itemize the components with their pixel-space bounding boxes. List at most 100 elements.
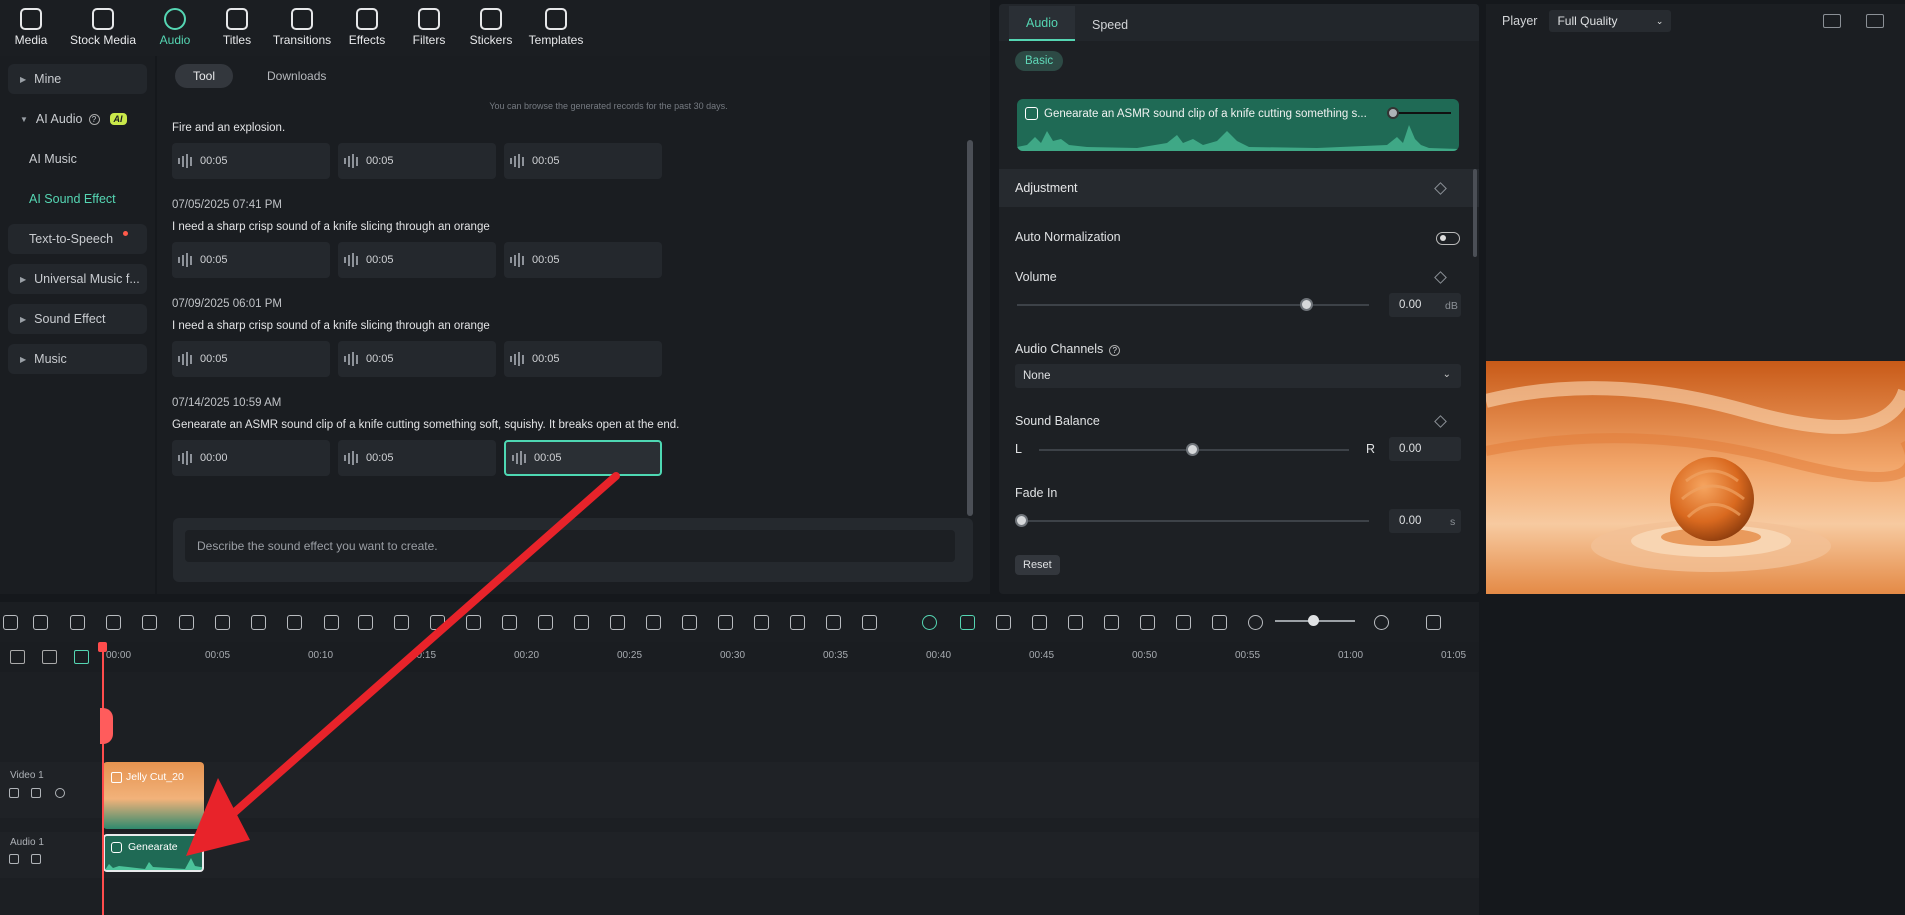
tab-basic[interactable]: Basic (1015, 51, 1064, 71)
audio-clip[interactable]: Genearate (103, 834, 204, 872)
sidebar-item-ai-music[interactable]: AI Music (8, 144, 147, 174)
color-icon[interactable] (538, 615, 553, 630)
cut-icon[interactable] (251, 615, 266, 630)
sound-effect-prompt-input[interactable] (185, 530, 955, 562)
frame-icon[interactable] (466, 615, 481, 630)
tab-downloads[interactable]: Downloads (249, 64, 344, 88)
generated-clip[interactable]: 00:05 (172, 143, 330, 179)
speaker-icon[interactable] (31, 788, 41, 798)
playhead-marker[interactable] (100, 708, 113, 744)
toolbar-titles[interactable]: Titles (206, 0, 268, 56)
timeline-ruler[interactable]: 00:00 00:05 00:10 00:15 00:20 00:25 00:3… (0, 642, 1479, 672)
eye-icon[interactable] (55, 788, 65, 798)
audio-channels-select[interactable]: None ⌄ (1015, 364, 1461, 388)
timer-icon[interactable] (610, 615, 625, 630)
playhead-handle[interactable] (98, 642, 107, 652)
sidebar-item-text-to-speech[interactable]: Text-to-Speech (8, 224, 147, 254)
fit-icon[interactable] (1212, 615, 1227, 630)
clip-volume-knob[interactable] (1387, 107, 1399, 119)
tab-tool[interactable]: Tool (175, 64, 234, 88)
redo-icon[interactable] (106, 615, 121, 630)
quality-select[interactable]: Full Quality ⌄ (1549, 10, 1672, 32)
sidebar-item-ai-audio[interactable]: ▼ AI Audio? AI (8, 104, 147, 134)
tab-speed[interactable]: Speed (1075, 18, 1145, 41)
lock-icon[interactable] (9, 854, 19, 864)
help-icon[interactable]: ? (88, 113, 100, 125)
toolbar-templates[interactable]: Templates (522, 0, 590, 56)
zoom-out-icon[interactable] (1248, 615, 1263, 630)
sidebar-item-music[interactable]: ▶ Music (8, 344, 147, 374)
toolbar-effects[interactable]: Effects (336, 0, 398, 56)
keyframe-diamond-icon[interactable] (1434, 271, 1447, 284)
toolbar-stickers[interactable]: Stickers (460, 0, 522, 56)
split-icon[interactable] (215, 615, 230, 630)
ai-edit-icon[interactable] (142, 615, 157, 630)
generated-clip[interactable]: 00:05 (338, 143, 496, 179)
zoom-slider-knob[interactable] (1308, 615, 1319, 626)
delete-icon[interactable] (179, 615, 194, 630)
adjustment-section-header[interactable]: Adjustment (999, 169, 1479, 207)
auto-normalization-toggle[interactable] (1436, 232, 1460, 245)
fade-in-slider-track[interactable] (1017, 520, 1369, 522)
adjust-icon[interactable] (682, 615, 697, 630)
magnet-icon[interactable] (960, 615, 975, 630)
grid-view-icon[interactable] (1823, 14, 1841, 28)
speaker-icon[interactable] (31, 854, 41, 864)
select-tool-icon[interactable] (33, 615, 48, 630)
sidebar-item-universal-music[interactable]: ▶ Universal Music f... (8, 264, 147, 294)
volume-slider-knob[interactable] (1300, 298, 1313, 311)
tab-audio[interactable]: Audio (1009, 6, 1075, 41)
toolbar-filters[interactable]: Filters (398, 0, 460, 56)
generated-clip[interactable]: 00:05 (504, 242, 662, 278)
sidebar-item-mine[interactable]: ▶ Mine (8, 64, 147, 94)
link-icon[interactable] (10, 650, 25, 664)
generated-clip[interactable]: 00:05 (338, 341, 496, 377)
sidebar-item-sound-effect[interactable]: ▶ Sound Effect (8, 304, 147, 334)
crop-icon[interactable] (287, 615, 302, 630)
generated-clip[interactable]: 00:00 (172, 440, 330, 476)
generated-clip-selected[interactable]: 00:05 (504, 440, 662, 476)
toolbar-audio[interactable]: Audio (144, 0, 206, 56)
mask-icon[interactable] (430, 615, 445, 630)
layout-icon[interactable] (3, 615, 18, 630)
keyframe-diamond-icon[interactable] (1434, 415, 1447, 428)
stabilize-icon[interactable] (646, 615, 661, 630)
balance-slider-knob[interactable] (1186, 443, 1199, 456)
beat-icon[interactable] (790, 615, 805, 630)
generated-clip[interactable]: 00:05 (172, 242, 330, 278)
speed-icon[interactable] (502, 615, 517, 630)
volume-slider-track[interactable] (1017, 304, 1369, 306)
track-layout-icon[interactable] (1426, 615, 1441, 630)
toolbar-transitions[interactable]: Transitions (268, 0, 336, 56)
track-add-icon[interactable] (42, 650, 57, 664)
marker-icon[interactable] (1068, 615, 1083, 630)
text-icon[interactable] (394, 615, 409, 630)
track-manage-icon[interactable] (74, 650, 89, 664)
records-scrollbar[interactable] (967, 140, 973, 516)
audio-mixer-icon[interactable] (1140, 615, 1155, 630)
ai-assistant-icon[interactable] (922, 615, 937, 630)
render-icon[interactable] (1032, 615, 1047, 630)
replace-icon[interactable] (1176, 615, 1191, 630)
generated-clip[interactable]: 00:05 (504, 143, 662, 179)
fade-in-slider-knob[interactable] (1015, 514, 1028, 527)
detach-icon[interactable] (324, 615, 339, 630)
ai-tool-icon[interactable] (826, 615, 841, 630)
keyframe-icon[interactable] (574, 615, 589, 630)
waveform-chart-icon[interactable] (1866, 14, 1884, 28)
audio-icon[interactable] (358, 615, 373, 630)
generated-clip[interactable]: 00:05 (172, 341, 330, 377)
reset-button[interactable]: Reset (1015, 555, 1060, 575)
zoom-in-icon[interactable] (1374, 615, 1389, 630)
lock-icon[interactable] (9, 788, 19, 798)
ai-text-icon[interactable] (718, 615, 733, 630)
snapshot-icon[interactable] (996, 615, 1011, 630)
microphone-icon[interactable] (1104, 615, 1119, 630)
generated-clip[interactable]: 00:05 (338, 242, 496, 278)
toolbar-stock-media[interactable]: Stock Media (62, 0, 144, 56)
generated-clip[interactable]: 00:05 (504, 341, 662, 377)
audio-denoise-icon[interactable] (754, 615, 769, 630)
undo-icon[interactable] (70, 615, 85, 630)
sidebar-item-ai-sound-effect[interactable]: AI Sound Effect (8, 184, 147, 214)
generated-clip[interactable]: 00:05 (338, 440, 496, 476)
